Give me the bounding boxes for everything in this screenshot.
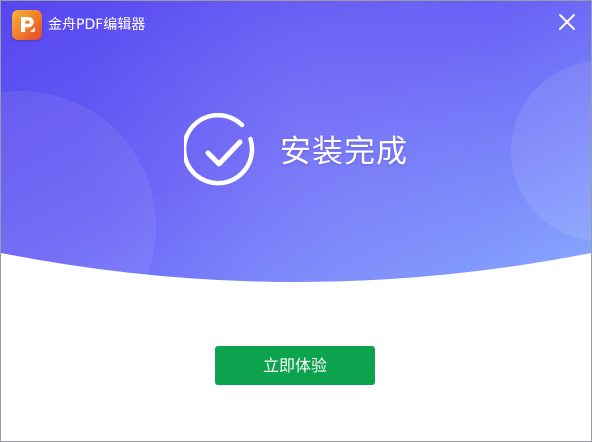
title-bar: 金舟PDF编辑器 — [1, 1, 591, 47]
status-message: 安装完成 — [280, 134, 408, 170]
close-icon — [559, 14, 575, 30]
close-button[interactable] — [553, 8, 581, 36]
pdf-editor-logo-icon — [12, 10, 42, 40]
installer-window: 金舟PDF编辑器 安装完成 立即体验 — [0, 0, 592, 442]
app-title: 金舟PDF编辑器 — [48, 17, 146, 33]
check-circle-icon — [184, 113, 255, 186]
try-now-button[interactable]: 立即体验 — [215, 346, 375, 385]
